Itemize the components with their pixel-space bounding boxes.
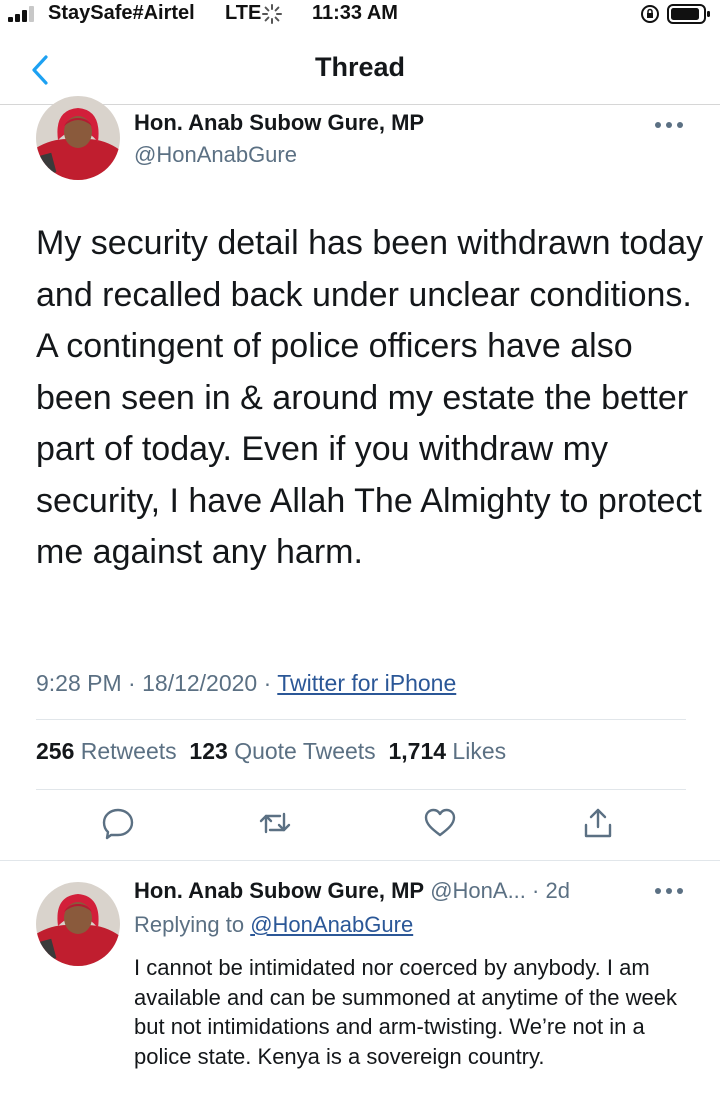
tweet-time: 9:28 PM xyxy=(36,670,122,696)
divider xyxy=(36,789,686,790)
avatar-image xyxy=(36,96,120,180)
loading-spinner-icon xyxy=(262,4,282,24)
status-bar: StaySafe#Airtel LTE 11:33 AM xyxy=(0,0,720,28)
orientation-lock-icon xyxy=(641,5,659,23)
nav-divider xyxy=(0,104,720,105)
like-icon[interactable] xyxy=(423,806,457,840)
reply-author-handle[interactable]: @HonA... xyxy=(430,878,526,903)
replying-handle-link[interactable]: @HonAnabGure xyxy=(250,912,413,937)
avatar-image xyxy=(36,882,120,966)
likes-label: Likes xyxy=(452,738,507,764)
likes-count: 1,714 xyxy=(388,738,447,764)
page-title: Thread xyxy=(314,52,406,82)
replying-to: Replying to @HonAnabGure xyxy=(134,912,413,938)
retweet-icon[interactable] xyxy=(258,806,292,840)
reply-avatar[interactable] xyxy=(36,882,120,966)
battery-icon xyxy=(667,4,710,24)
avatar[interactable] xyxy=(36,96,120,180)
quotes-label: Quote Tweets xyxy=(234,738,376,764)
reply-author-name[interactable]: Hon. Anab Subow Gure, MP xyxy=(134,878,424,903)
divider xyxy=(0,860,720,861)
reply-header: Hon. Anab Subow Gure, MP @HonA... · 2d xyxy=(134,878,570,904)
quotes-count: 123 xyxy=(189,738,228,764)
reply-more-options-icon[interactable] xyxy=(654,886,684,896)
retweets-count: 256 xyxy=(36,738,75,764)
author-handle[interactable]: @HonAnabGure xyxy=(134,142,297,168)
status-time: 11:33 AM xyxy=(312,2,398,24)
tweet-text: My security detail has been withdrawn to… xyxy=(36,224,704,571)
tweet-stats: 256 Retweets 123 Quote Tweets 1,714 Like… xyxy=(36,738,506,765)
tweet-source-link[interactable]: Twitter for iPhone xyxy=(277,670,456,696)
signal-icon xyxy=(8,6,34,22)
divider xyxy=(36,719,686,720)
reply-age: · 2d xyxy=(532,878,570,903)
likes-stat[interactable]: 1,714 Likes xyxy=(388,738,506,764)
author-name[interactable]: Hon. Anab Subow Gure, MP xyxy=(134,110,424,136)
reply-text: I cannot be intimidated nor coerced by a… xyxy=(134,955,677,1069)
tweet-date: 18/12/2020 xyxy=(142,670,258,696)
meta-separator: · xyxy=(128,670,136,696)
more-options-icon[interactable] xyxy=(654,120,684,130)
retweets-label: Retweets xyxy=(80,738,177,764)
network-type: LTE xyxy=(225,2,262,24)
replying-label: Replying to xyxy=(134,912,245,937)
retweets-stat[interactable]: 256 Retweets xyxy=(36,738,177,764)
share-icon[interactable] xyxy=(581,806,615,840)
carrier-name: StaySafe#Airtel xyxy=(48,2,195,24)
meta-separator: · xyxy=(263,670,272,696)
quotes-stat[interactable]: 123 Quote Tweets xyxy=(189,738,375,764)
reply-icon[interactable] xyxy=(101,806,135,840)
tweet-meta: 9:28 PM · 18/12/2020 · Twitter for iPhon… xyxy=(36,670,456,697)
back-button[interactable] xyxy=(26,52,54,88)
